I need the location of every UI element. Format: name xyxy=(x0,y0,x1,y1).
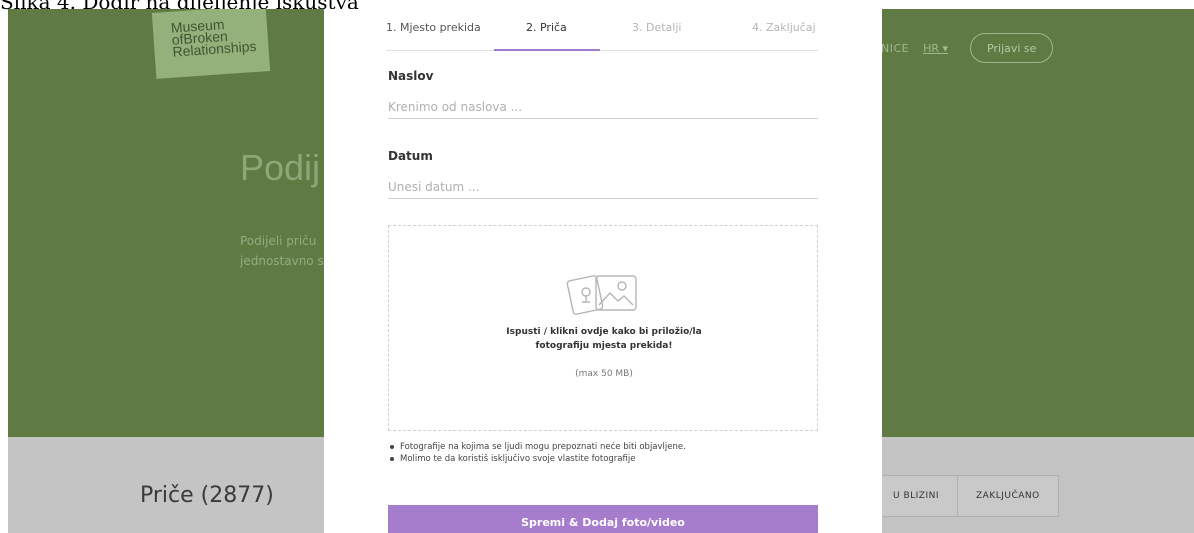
step-details[interactable]: 3. Detalji xyxy=(632,21,681,34)
step-story[interactable]: 2. Priča xyxy=(526,21,567,34)
filter-tab-locked[interactable]: ZAKLJUČANO xyxy=(957,476,1058,516)
step-location[interactable]: 1. Mjesto prekida xyxy=(386,21,481,34)
site-logo[interactable]: Museum ofBroken Relationships xyxy=(151,9,271,79)
date-input[interactable] xyxy=(388,175,818,199)
logo-line-3: Relationships xyxy=(172,37,257,60)
filter-tabs: U BLIZINI ZAKLJUČANO xyxy=(874,475,1059,517)
login-button[interactable]: Prijavi se xyxy=(970,33,1054,63)
photo-dropzone[interactable]: Ispusti / klikni ovdje kako bi priložio/… xyxy=(388,225,818,431)
date-label: Datum xyxy=(388,149,433,163)
stories-title: Priče (2877) xyxy=(140,483,274,508)
filter-tab-nearby[interactable]: U BLIZINI xyxy=(875,476,957,516)
title-input[interactable] xyxy=(388,95,818,119)
top-nav: NICE HR ▾ Prijavi se xyxy=(881,32,1054,64)
note-item: Molimo te da koristiš isključivo svoje v… xyxy=(388,453,818,465)
dropzone-text: Ispusti / klikni ovdje kako bi priložio/… xyxy=(506,327,702,351)
save-and-add-media-button[interactable]: Spremi & Dodaj foto/video xyxy=(388,505,818,533)
dropzone-size-limit: (max 50 MB) xyxy=(575,369,633,379)
nav-link[interactable]: NICE xyxy=(881,42,909,55)
share-story-modal: 1. Mjesto prekida 2. Priča 3. Detalji 4.… xyxy=(324,9,882,533)
note-item: Fotografije na kojima se ljudi mogu prep… xyxy=(388,441,818,453)
active-step-indicator xyxy=(494,49,600,51)
title-label: Naslov xyxy=(388,69,434,83)
photo-notes: Fotografije na kojima se ljudi mogu prep… xyxy=(388,441,818,465)
hero-title: Podij xyxy=(240,147,321,188)
step-lock[interactable]: 4. Zaključaj xyxy=(752,21,816,34)
stepper: 1. Mjesto prekida 2. Priča 3. Detalji 4.… xyxy=(386,9,818,51)
photo-upload-icon xyxy=(566,275,637,315)
language-selector[interactable]: HR ▾ xyxy=(923,42,948,55)
browser-viewport: Museum ofBroken Relationships Podij Podi… xyxy=(8,9,1194,533)
